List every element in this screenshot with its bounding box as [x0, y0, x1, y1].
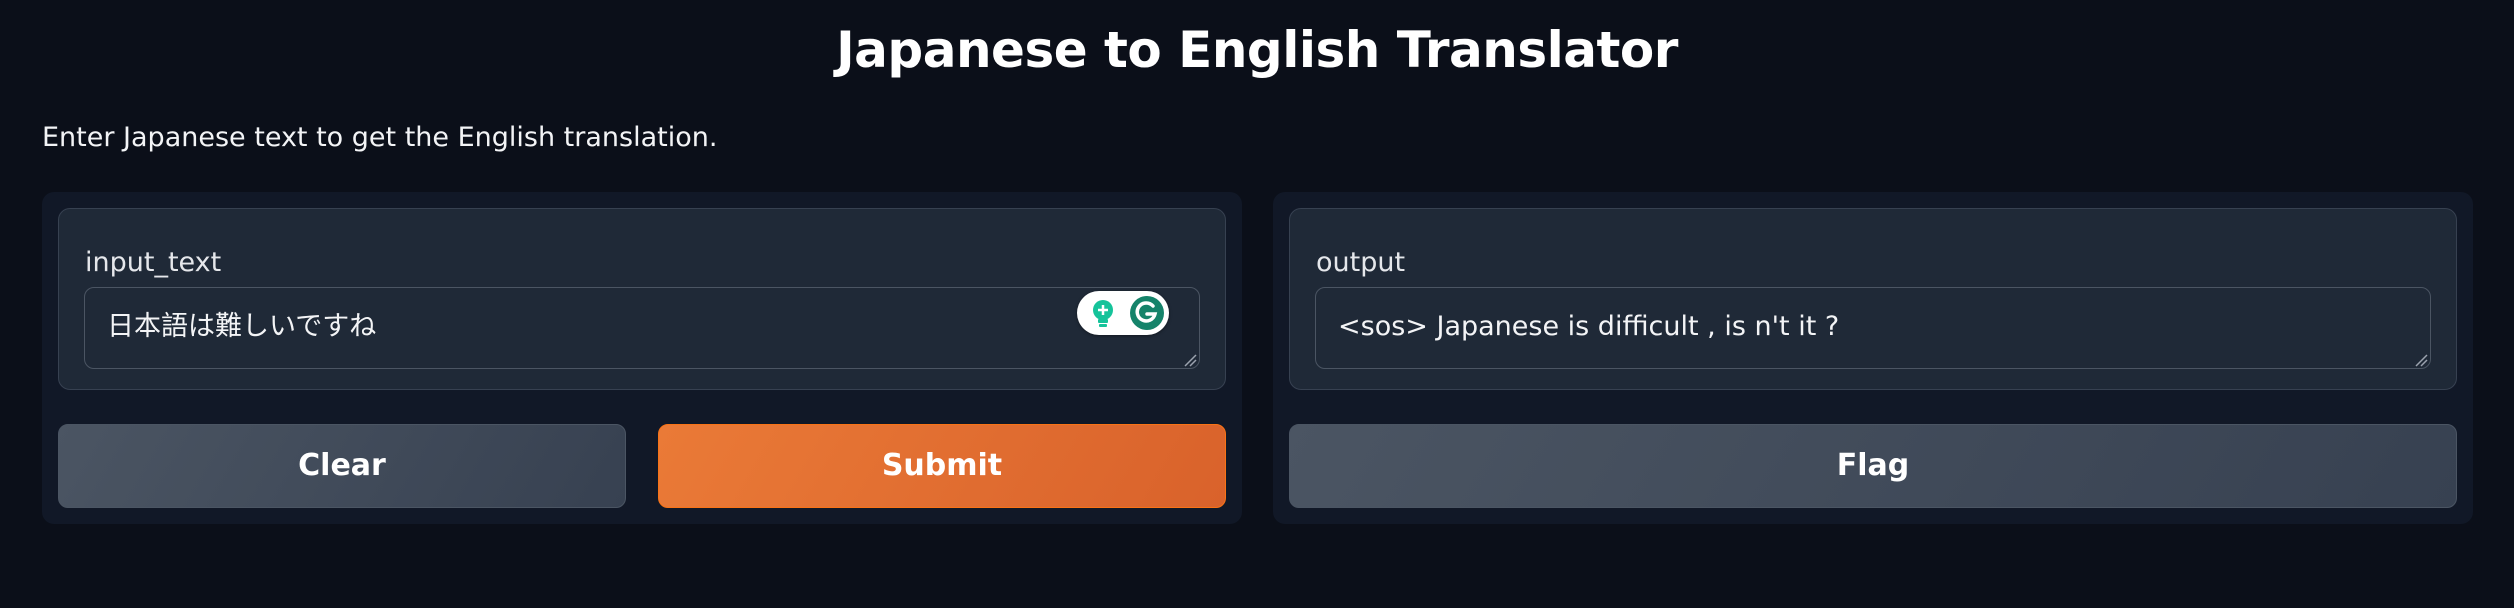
- clear-button[interactable]: Clear: [58, 424, 626, 508]
- output-block: output <sos> Japanese is difficult , is …: [1289, 208, 2457, 390]
- translator-app: Japanese to English Translator Enter Jap…: [0, 0, 2514, 608]
- output-label: output: [1316, 247, 1406, 278]
- grammarly-g-icon[interactable]: [1129, 295, 1165, 331]
- resize-handle-icon[interactable]: [1183, 353, 1197, 367]
- page-title: Japanese to English Translator: [836, 21, 1678, 79]
- submit-button[interactable]: Submit: [658, 424, 1226, 508]
- output-text-field[interactable]: <sos> Japanese is difficult , is n't it …: [1315, 287, 2431, 369]
- input-text-field[interactable]: 日本語は難しいですね: [84, 287, 1200, 369]
- page-description: Enter Japanese text to get the English t…: [42, 122, 718, 153]
- output-panel: output <sos> Japanese is difficult , is …: [1273, 192, 2473, 524]
- input-text-block: input_text 日本語は難しいですね: [58, 208, 1226, 390]
- resize-handle-icon[interactable]: [2414, 353, 2428, 367]
- flag-button[interactable]: Flag: [1289, 424, 2457, 508]
- input-text-label: input_text: [85, 247, 222, 278]
- bulb-icon[interactable]: [1087, 297, 1119, 329]
- grammarly-widget[interactable]: [1077, 291, 1169, 335]
- input-panel: input_text 日本語は難しいですね Clear Submit: [42, 192, 1242, 524]
